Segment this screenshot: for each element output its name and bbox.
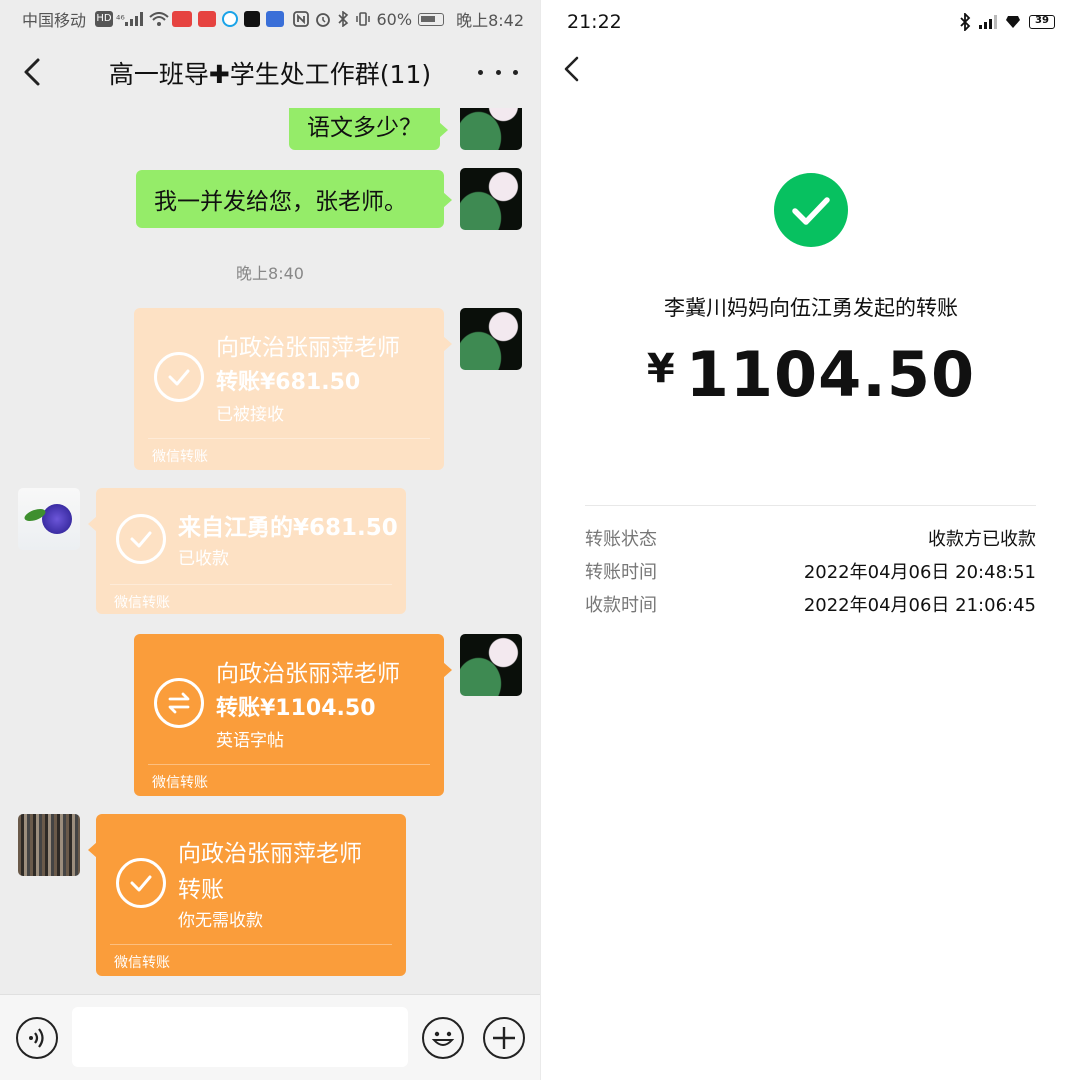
my-avatar[interactable] [460,308,522,370]
transfer-detail-screen: 21:22 39 李冀川妈妈向伍江勇发起的转账 ¥1104.50 转账状态 收款… [540,0,1080,1080]
signal-icon [979,15,997,29]
status-time: 晚上8:42 [456,11,524,30]
currency-symbol: ¥ [646,346,676,392]
nfc-icon [292,11,309,27]
back-arrow-icon[interactable] [18,54,48,90]
message-input[interactable] [72,1007,408,1067]
my-avatar[interactable] [460,108,522,150]
contact-avatar[interactable] [18,488,80,550]
transfer-amount: 转账¥681.50 [216,370,361,395]
my-avatar[interactable] [460,634,522,696]
message-text: 语文多少？ [307,115,422,141]
transfer-divider [110,584,392,585]
chat-title: 高一班导✚学生处工作群(11) [108,60,432,89]
more-options-icon[interactable] [478,58,518,86]
my-avatar[interactable] [460,168,522,230]
transfer-title: 来自江勇的¥681.50 [178,515,398,541]
transfer-divider [148,764,430,765]
transfer-divider [110,944,392,945]
transfer-amount: ¥1104.50 [541,338,1080,411]
chat-screen: 中国移动 HD ⁴⁶ 60% 晚上8:42 高一班导✚学生处工作群(11) 语文… [0,0,540,1080]
tiktok-icon [243,11,260,27]
back-arrow-icon[interactable] [557,52,587,86]
check-circle-icon [116,858,166,908]
signal-icon [124,12,143,26]
contact-avatar[interactable] [18,814,80,876]
voice-input-icon[interactable] [16,1017,58,1059]
transfer-arrows-icon [154,678,204,728]
network-type: ⁴⁶ [116,12,125,26]
vibrate-icon [355,12,370,26]
success-check-icon [774,173,848,247]
check-circle-icon [116,514,166,564]
transfer-card[interactable]: 向政治张丽萍老师 转账¥681.50 已被接收 微信转账 [134,308,452,470]
input-bar [0,994,540,1080]
app-notif-icon [171,11,192,27]
transfer-note: 英语字帖 [216,731,284,751]
text-message-bubble[interactable]: 我一并发给您，张老师。 [136,170,452,228]
detail-row-transfer-time: 转账时间 2022年04月06日 20:48:51 [585,558,1036,586]
hd-badge: HD [95,11,114,27]
transfer-amount: 转账¥1104.50 [216,696,376,721]
transfer-footer: 微信转账 [152,449,208,465]
status-bar: 21:22 39 [541,0,1080,44]
transfer-status: 已收款 [178,549,229,569]
app-notif-icon [197,11,216,27]
transfer-footer: 微信转账 [152,775,208,791]
transfer-title: 向政治张丽萍老师 [216,661,400,687]
detail-row-status: 转账状态 收款方已收款 [585,525,1036,553]
battery-icon [418,12,445,26]
plus-icon[interactable] [483,1017,525,1059]
emoji-icon[interactable] [422,1017,464,1059]
chat-timestamp: 晚上8:40 [236,264,304,283]
transfer-status: 你无需收款 [178,911,263,931]
status-bar: 中国移动 HD ⁴⁶ 60% 晚上8:42 [0,0,540,38]
message-list[interactable]: 语文多少？ 我一并发给您，张老师。 晚上8:40 向政治张丽萍老师 转账¥681… [0,108,540,994]
battery-icon: 39 [1029,15,1055,29]
battery-percent: 60% [376,9,413,29]
detail-value: 2022年04月06日 20:48:51 [803,562,1036,583]
message-text: 我一并发给您，张老师。 [154,189,407,215]
bluetooth-icon [337,11,348,27]
check-circle-icon [154,352,204,402]
detail-label: 收款时间 [585,595,657,616]
bluetooth-icon [960,13,971,31]
text-message-bubble[interactable]: 语文多少？ [289,108,448,150]
transfer-footer: 微信转账 [114,595,170,611]
detail-value: 收款方已收款 [928,529,1036,550]
detail-label: 转账状态 [585,529,657,550]
app-notif-icon [265,11,284,27]
alarm-icon [315,13,330,27]
detail-value: 2022年04月06日 21:06:45 [803,595,1036,616]
wifi-icon [149,12,169,26]
transfer-card[interactable]: 向政治张丽萍老师 转账¥1104.50 英语字帖 微信转账 [134,634,452,796]
status-icons: 39 [959,13,1055,31]
amount-value: 1104.50 [685,338,976,411]
transfer-card[interactable]: 来自江勇的¥681.50 已收款 微信转账 [88,488,406,614]
chat-header: 高一班导✚学生处工作群(11) [0,38,540,108]
transfer-title: 向政治张丽萍老师 [216,335,400,361]
status-time: 21:22 [567,11,622,33]
transfer-amount: 转账 [178,877,224,903]
divider [585,505,1036,506]
detail-label: 转账时间 [585,562,657,583]
transfer-divider [148,438,430,439]
app-notif-icon [221,11,238,27]
transfer-description: 李冀川妈妈向伍江勇发起的转账 [664,296,958,320]
transfer-status: 已被接收 [216,405,284,425]
diamond-icon [1006,16,1020,28]
transfer-footer: 微信转账 [114,955,170,971]
transfer-card[interactable]: 向政治张丽萍老师 转账 你无需收款 微信转账 [88,814,406,976]
status-right: 60% 晚上8:42 [292,7,524,31]
detail-row-receive-time: 收款时间 2022年04月06日 21:06:45 [585,591,1036,619]
transfer-title: 向政治张丽萍老师 [178,841,362,867]
carrier-name: 中国移动 [22,11,87,30]
